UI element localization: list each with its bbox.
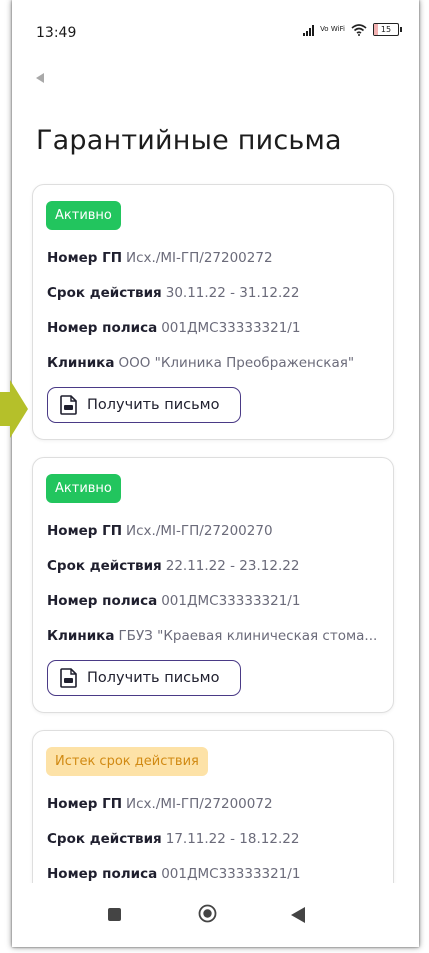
gp-number-label: Номер ГП [47,796,123,812]
policy-label: Номер полиса [47,593,158,609]
gp-number-row: Номер ГП Исх./MI-ГП/27200270 [47,521,383,541]
gp-number-value: Исх./MI-ГП/27200272 [126,250,273,266]
gp-number-value: Исх./MI-ГП/27200072 [126,796,273,812]
get-letter-label: Получить письмо [87,397,220,413]
clinic-row: Клиника ГБУЗ "Краевая клиническая стома..… [47,626,383,646]
validity-row: Срок действия 22.11.22 - 23.12.22 [47,556,383,576]
validity-value: 22.11.22 - 23.12.22 [165,558,300,574]
system-nav-bar [12,883,419,947]
vowifi-label: Vo WiFi [320,25,345,33]
validity-row: Срок действия 30.11.22 - 31.12.22 [47,283,383,303]
policy-row: Номер полиса 001ДМС33333321/1 [47,591,383,611]
validity-value: 17.11.22 - 18.12.22 [165,831,300,847]
clinic-value: ООО "Клиника Преображенская" [118,355,355,371]
policy-value: 001ДМС33333321/1 [161,320,301,336]
gp-number-label: Номер ГП [47,250,123,266]
policy-row: Номер полиса 001ДМС33333321/1 [47,318,383,338]
pointer-arrow-icon [0,380,28,438]
wifi-icon [351,23,367,36]
policy-label: Номер полиса [47,866,158,882]
recent-apps-icon[interactable] [108,908,121,921]
page-title: Гарантийные письма [36,125,342,156]
validity-label: Срок действия [47,831,162,847]
get-letter-button[interactable]: Получить письмо [47,387,241,423]
get-letter-label: Получить письмо [87,670,220,686]
phone-screen: 13:49 Vo WiFi 15 Гарантийные письма Акти… [12,0,419,947]
policy-row: Номер полиса 001ДМС33333321/1 [47,864,383,884]
validity-label: Срок действия [47,558,162,574]
battery-text: 15 [380,25,392,34]
status-badge: Истек срок действия [46,747,208,776]
policy-value: 001ДМС33333321/1 [161,866,301,882]
validity-row: Срок действия 17.11.22 - 18.12.22 [47,829,383,849]
gp-number-row: Номер ГП Исх./MI-ГП/27200272 [47,248,383,268]
validity-value: 30.11.22 - 31.12.22 [165,285,300,301]
status-icons: Vo WiFi 15 [303,23,402,36]
clinic-label: Клиника [47,628,115,644]
pdf-file-icon [60,668,77,688]
policy-value: 001ДМС33333321/1 [161,593,301,609]
validity-label: Срок действия [47,285,162,301]
gp-number-value: Исх./MI-ГП/27200270 [126,523,273,539]
gp-number-label: Номер ГП [47,523,123,539]
battery-level [374,24,378,35]
policy-label: Номер полиса [47,320,158,336]
get-letter-button[interactable]: Получить письмо [47,660,241,696]
clinic-label: Клиника [47,355,115,371]
back-arrow-icon [36,73,44,83]
status-badge: Активно [46,474,121,503]
back-button[interactable] [36,70,56,86]
letter-card: Активно Номер ГП Исх./MI-ГП/27200270 Срок… [32,457,394,713]
signal-icon [303,24,315,36]
pdf-file-icon [60,395,77,415]
battery-icon: 15 [373,23,402,36]
clinic-value: ГБУЗ "Краевая клиническая стома... [118,628,378,644]
status-badge: Активно [46,201,121,230]
nav-back-icon[interactable] [290,906,306,924]
gp-number-row: Номер ГП Исх./MI-ГП/27200072 [47,794,383,814]
clinic-row: Клиника ООО "Клиника Преображенская" [47,353,383,373]
home-icon[interactable] [198,904,217,923]
status-bar: 13:49 Vo WiFi 15 [12,0,419,60]
letter-card: Активно Номер ГП Исх./MI-ГП/27200272 Срок… [32,184,394,440]
status-time: 13:49 [36,25,77,41]
